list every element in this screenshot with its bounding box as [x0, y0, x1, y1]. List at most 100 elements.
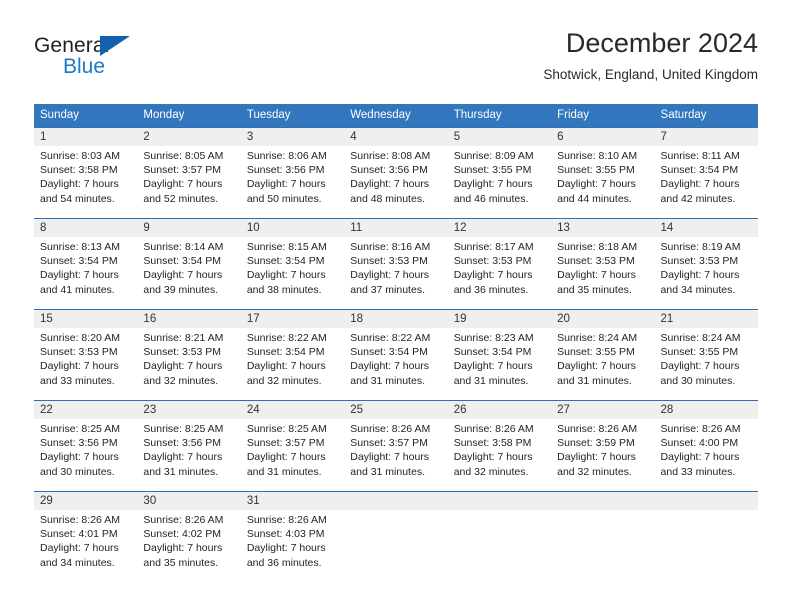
sunset-text: Sunset: 3:55 PM: [557, 164, 635, 177]
day-details: Sunrise: 8:26 AM Sunset: 4:03 PM Daylight:…: [240, 510, 345, 570]
sunrise-text: Sunrise: 8:26 AM: [246, 514, 327, 526]
day-number: 20: [551, 310, 655, 328]
sunset-text: Sunset: 3:57 PM: [246, 437, 325, 450]
calendar-day-cell[interactable]: 18 Sunrise: 8:22 AM Sunset: 3:54 PM Dayligh…: [344, 310, 448, 394]
sunrise-text: Sunrise: 8:21 AM: [143, 332, 224, 344]
day-number: 28: [654, 401, 758, 419]
calendar-day-cell[interactable]: 15 Sunrise: 8:20 AM Sunset: 3:53 PM Dayligh…: [34, 310, 138, 394]
sunset-text: Sunset: 3:57 PM: [143, 164, 222, 177]
daylight-text-line2: and 32 minutes.: [557, 465, 632, 478]
day-details: Sunrise: 8:25 AM Sunset: 3:56 PM Daylight:…: [137, 419, 241, 479]
calendar-day-cell[interactable]: 24 Sunrise: 8:25 AM Sunset: 3:57 PM Dayligh…: [240, 401, 345, 485]
daylight-text-line1: Daylight: 7 hours: [350, 269, 430, 282]
sunrise-text: Sunrise: 8:17 AM: [453, 241, 534, 253]
daylight-text-line1: Daylight: 7 hours: [350, 360, 430, 373]
day-details: Sunrise: 8:17 AM Sunset: 3:53 PM Daylight:…: [447, 237, 552, 297]
calendar-day-cell[interactable]: 14 Sunrise: 8:19 AM Sunset: 3:53 PM Dayligh…: [654, 219, 758, 303]
calendar-day-cell[interactable]: 2 Sunrise: 8:05 AM Sunset: 3:57 PM Daylight…: [137, 128, 241, 212]
calendar-day-cell[interactable]: 11 Sunrise: 8:16 AM Sunset: 3:53 PM Dayligh…: [344, 219, 448, 303]
calendar-day-cell[interactable]: 12 Sunrise: 8:17 AM Sunset: 3:53 PM Dayligh…: [447, 219, 552, 303]
calendar-week-cells: 1 Sunrise: 8:03 AM Sunset: 3:58 PM Daylight…: [34, 128, 758, 212]
calendar-day-cell[interactable]: 30 Sunrise: 8:26 AM Sunset: 4:02 PM Dayligh…: [137, 492, 241, 576]
calendar-day-cell[interactable]: 29 Sunrise: 8:26 AM Sunset: 4:01 PM Dayligh…: [34, 492, 138, 576]
day-number: 14: [654, 219, 758, 237]
weekday-header-saturday: Saturday: [660, 109, 707, 121]
day-details: Sunrise: 8:25 AM Sunset: 3:57 PM Daylight:…: [240, 419, 345, 479]
day-details: Sunrise: 8:19 AM Sunset: 3:53 PM Daylight:…: [654, 237, 758, 297]
calendar-day-cell[interactable]: 25 Sunrise: 8:26 AM Sunset: 3:57 PM Dayligh…: [344, 401, 448, 485]
sunset-text: Sunset: 4:00 PM: [660, 437, 739, 450]
weekday-header-thursday: Thursday: [453, 109, 502, 121]
daylight-text-line1: Daylight: 7 hours: [557, 360, 636, 373]
calendar-day-cell[interactable]: 21 Sunrise: 8:24 AM Sunset: 3:55 PM Dayligh…: [654, 310, 758, 394]
weekday-header-wednesday: Wednesday: [350, 109, 411, 121]
calendar-day-cell[interactable]: 5 Sunrise: 8:09 AM Sunset: 3:55 PM Daylight…: [447, 128, 552, 212]
calendar-day-cell[interactable]: 1 Sunrise: 8:03 AM Sunset: 3:58 PM Daylight…: [34, 128, 138, 212]
day-number: [344, 492, 448, 510]
sunset-text: Sunset: 3:58 PM: [40, 164, 118, 177]
calendar-day-cell[interactable]: 16 Sunrise: 8:21 AM Sunset: 3:53 PM Dayligh…: [137, 310, 241, 394]
daylight-text-line1: Daylight: 7 hours: [350, 451, 430, 464]
sunset-text: Sunset: 3:55 PM: [660, 346, 739, 359]
calendar-day-cell[interactable]: 9 Sunrise: 8:14 AM Sunset: 3:54 PM Daylight…: [137, 219, 241, 303]
calendar-day-cell[interactable]: 13 Sunrise: 8:18 AM Sunset: 3:53 PM Dayligh…: [551, 219, 655, 303]
daylight-text-line2: and 54 minutes.: [40, 192, 115, 205]
day-details: Sunrise: 8:10 AM Sunset: 3:55 PM Daylight:…: [551, 146, 655, 206]
calendar-day-cell[interactable]: 3 Sunrise: 8:06 AM Sunset: 3:56 PM Daylight…: [240, 128, 345, 212]
sunset-text: Sunset: 3:53 PM: [143, 346, 222, 359]
day-details: Sunrise: 8:26 AM Sunset: 3:58 PM Daylight:…: [447, 419, 552, 479]
daylight-text-line1: Daylight: 7 hours: [453, 269, 533, 282]
sunset-text: Sunset: 3:59 PM: [557, 437, 635, 450]
calendar-day-cell[interactable]: 10 Sunrise: 8:15 AM Sunset: 3:54 PM Dayligh…: [240, 219, 345, 303]
sunrise-text: Sunrise: 8:18 AM: [557, 241, 638, 253]
day-number: 30: [137, 492, 241, 510]
calendar-day-cell[interactable]: 27 Sunrise: 8:26 AM Sunset: 3:59 PM Dayligh…: [551, 401, 655, 485]
page-title: December 2024: [565, 28, 758, 58]
day-number: 10: [240, 219, 345, 237]
daylight-text-line1: Daylight: 7 hours: [143, 269, 223, 282]
sunrise-text: Sunrise: 8:10 AM: [557, 150, 638, 162]
general-blue-logo[interactable]: General Blue: [34, 34, 164, 86]
day-details: Sunrise: 8:22 AM Sunset: 3:54 PM Daylight:…: [344, 328, 448, 388]
calendar-day-cell[interactable]: 23 Sunrise: 8:25 AM Sunset: 3:56 PM Dayligh…: [137, 401, 241, 485]
day-number: 6: [551, 128, 655, 146]
day-number: 9: [137, 219, 241, 237]
day-number: 19: [447, 310, 552, 328]
daylight-text-line2: and 50 minutes.: [246, 192, 322, 205]
calendar-weeks: 1 Sunrise: 8:03 AM Sunset: 3:58 PM Daylight…: [34, 127, 758, 582]
sunrise-text: Sunrise: 8:03 AM: [40, 150, 120, 162]
calendar-day-cell[interactable]: 20 Sunrise: 8:24 AM Sunset: 3:55 PM Dayligh…: [551, 310, 655, 394]
sunrise-text: Sunrise: 8:14 AM: [143, 241, 224, 253]
daylight-text-line2: and 44 minutes.: [557, 192, 632, 205]
calendar-day-cell[interactable]: 19 Sunrise: 8:23 AM Sunset: 3:54 PM Dayligh…: [447, 310, 552, 394]
calendar-day-cell[interactable]: 8 Sunrise: 8:13 AM Sunset: 3:54 PM Daylight…: [34, 219, 138, 303]
calendar-day-cell[interactable]: 4 Sunrise: 8:08 AM Sunset: 3:56 PM Daylight…: [344, 128, 448, 212]
sunrise-text: Sunrise: 8:26 AM: [453, 423, 534, 435]
daylight-text-line1: Daylight: 7 hours: [246, 542, 326, 555]
day-details: [551, 510, 655, 513]
daylight-text-line2: and 41 minutes.: [40, 283, 115, 296]
day-details: Sunrise: 8:13 AM Sunset: 3:54 PM Daylight:…: [34, 237, 138, 297]
logo-text-blue: Blue: [63, 55, 106, 78]
day-details: Sunrise: 8:16 AM Sunset: 3:53 PM Daylight:…: [344, 237, 448, 297]
daylight-text-line2: and 46 minutes.: [453, 192, 529, 205]
calendar-day-cell[interactable]: 7 Sunrise: 8:11 AM Sunset: 3:54 PM Daylight…: [654, 128, 758, 212]
daylight-text-line2: and 37 minutes.: [350, 283, 425, 296]
day-details: Sunrise: 8:25 AM Sunset: 3:56 PM Daylight:…: [34, 419, 138, 479]
daylight-text-line1: Daylight: 7 hours: [453, 360, 533, 373]
calendar-day-cell[interactable]: 28 Sunrise: 8:26 AM Sunset: 4:00 PM Dayligh…: [654, 401, 758, 485]
calendar-day-cell[interactable]: 6 Sunrise: 8:10 AM Sunset: 3:55 PM Daylight…: [551, 128, 655, 212]
sunset-text: Sunset: 3:54 PM: [453, 346, 532, 359]
calendar-day-cell[interactable]: 22 Sunrise: 8:25 AM Sunset: 3:56 PM Dayligh…: [34, 401, 138, 485]
day-details: Sunrise: 8:11 AM Sunset: 3:54 PM Daylight:…: [654, 146, 758, 206]
calendar-day-cell[interactable]: 17 Sunrise: 8:22 AM Sunset: 3:54 PM Dayligh…: [240, 310, 345, 394]
daylight-text-line1: Daylight: 7 hours: [40, 542, 119, 555]
daylight-text-line2: and 38 minutes.: [246, 283, 322, 296]
calendar-day-cell[interactable]: 31 Sunrise: 8:26 AM Sunset: 4:03 PM Dayligh…: [240, 492, 345, 576]
daylight-text-line1: Daylight: 7 hours: [350, 178, 430, 191]
sunset-text: Sunset: 3:53 PM: [40, 346, 118, 359]
calendar-grid: Sunday Monday Tuesday Wednesday Thursday Frid…: [34, 104, 758, 582]
daylight-text-line1: Daylight: 7 hours: [557, 451, 636, 464]
sunset-text: Sunset: 3:54 PM: [246, 346, 325, 359]
calendar-day-cell[interactable]: 26 Sunrise: 8:26 AM Sunset: 3:58 PM Dayligh…: [447, 401, 552, 485]
